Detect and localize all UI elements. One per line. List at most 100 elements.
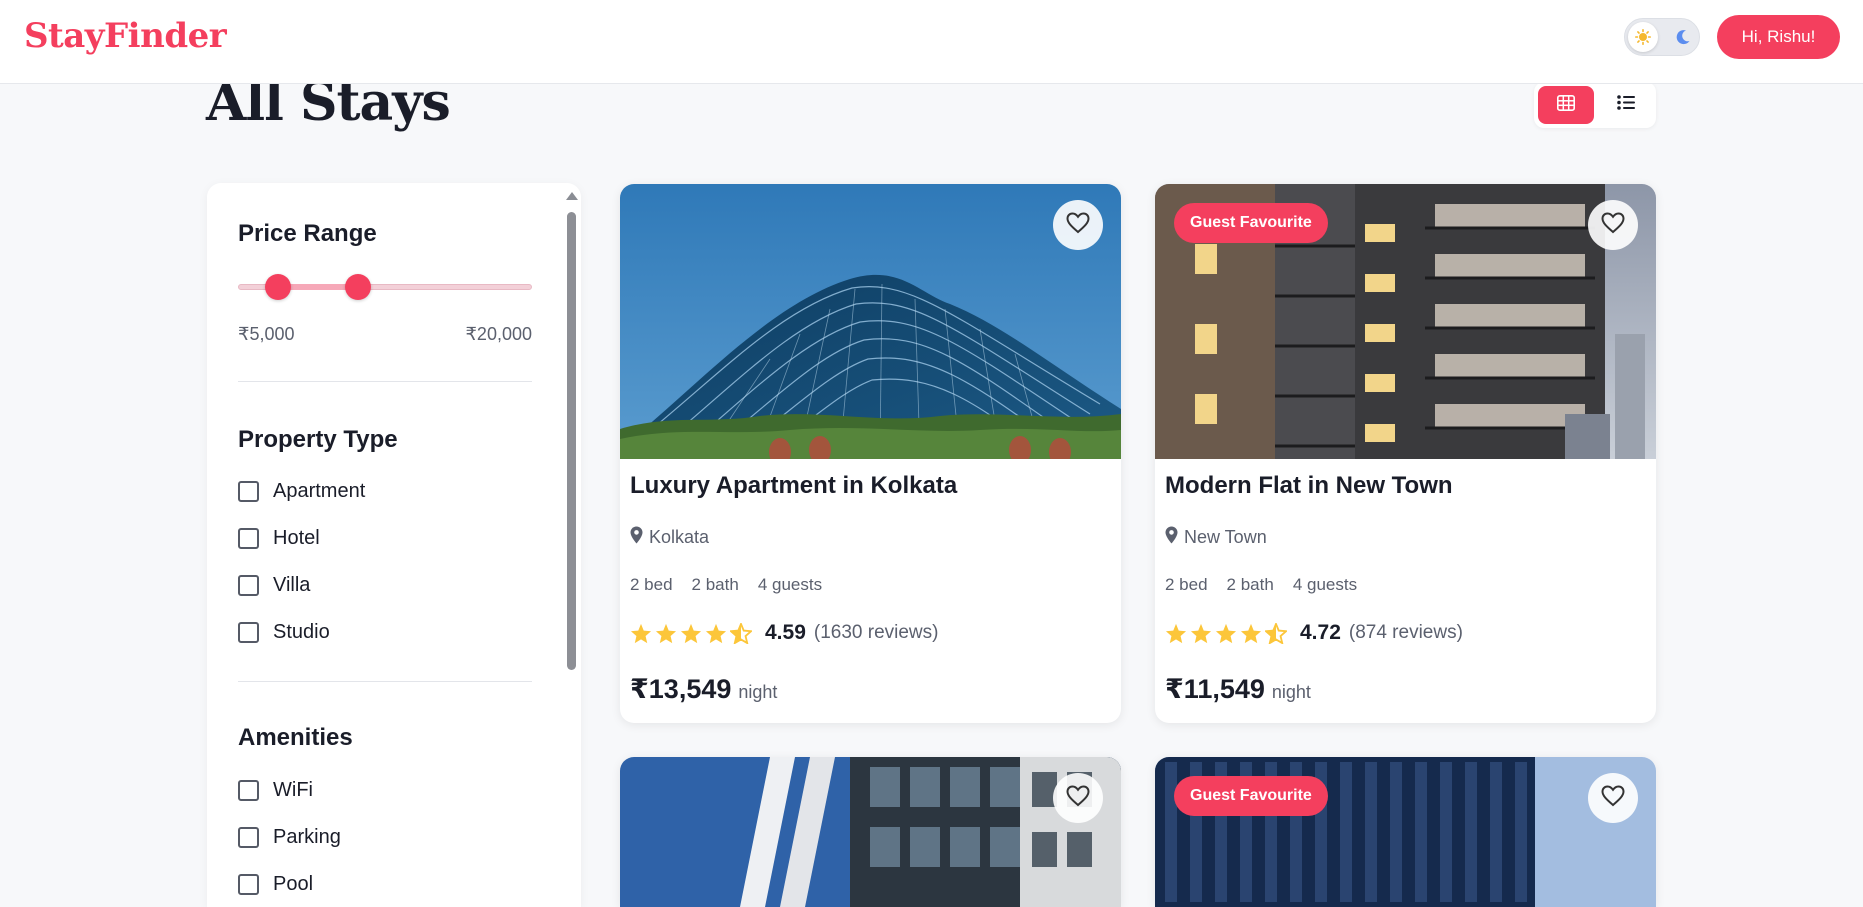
guests: 4 guests (1292, 575, 1358, 594)
theme-toggle[interactable] (1624, 18, 1700, 56)
listing-card[interactable]: Guest Favourite Modern Flat in New Town … (1155, 184, 1656, 723)
star-icon (655, 623, 677, 643)
heart-icon (1601, 784, 1625, 812)
half-star-icon (730, 622, 752, 644)
listing-photo[interactable] (620, 757, 1121, 907)
map-pin-icon (1165, 526, 1184, 549)
price-value: ₹11,549 (1165, 674, 1265, 704)
option-label: WiFi (273, 778, 313, 801)
brand-logo[interactable]: StayFinder (24, 16, 227, 56)
price-unit: night (738, 682, 778, 702)
grid-icon (1557, 94, 1575, 116)
price-min-thumb[interactable] (265, 274, 291, 300)
listing-location: Kolkata (630, 526, 709, 549)
property-type-option[interactable]: Apartment (238, 478, 365, 504)
star-icon (680, 623, 702, 643)
review-count: (1630 reviews) (813, 622, 939, 643)
listing-price: ₹11,549 night (1165, 674, 1311, 705)
filters-sidebar: Price Range ₹5,000 ₹20,000 Property Type… (207, 183, 581, 907)
view-toggle (1534, 82, 1656, 128)
baths: 2 bath (691, 575, 739, 594)
star-icon (630, 623, 652, 643)
listing-price: ₹13,549 night (630, 674, 777, 705)
location-text: Kolkata (649, 527, 710, 547)
star-icon (705, 623, 727, 643)
guests: 4 guests (757, 575, 823, 594)
checkbox[interactable] (238, 826, 259, 848)
star-rating (1165, 622, 1290, 644)
checkbox[interactable] (238, 621, 259, 643)
option-label: Parking (273, 825, 341, 848)
guest-favourite-badge: Guest Favourite (1174, 203, 1328, 243)
list-icon (1617, 95, 1635, 115)
listing-location: New Town (1165, 526, 1267, 549)
listing-title[interactable]: Modern Flat in New Town (1165, 472, 1453, 500)
star-icon (1190, 623, 1212, 643)
star-icon (1165, 623, 1187, 643)
property-type-heading: Property Type (238, 426, 398, 453)
listing-rating: 4.59 (1630 reviews) (630, 621, 938, 645)
star-rating (630, 622, 755, 644)
property-type-option[interactable]: Hotel (238, 525, 320, 551)
sun-icon (1635, 29, 1651, 50)
heart-icon (1066, 784, 1090, 812)
checkbox[interactable] (238, 873, 259, 895)
option-label: Studio (273, 620, 330, 643)
amenity-option[interactable]: Parking (238, 824, 341, 850)
listing-rating: 4.72 (874 reviews) (1165, 621, 1463, 645)
price-max-label: ₹20,000 (465, 324, 532, 344)
listing-photo[interactable] (620, 184, 1121, 459)
price-value: ₹13,549 (630, 674, 732, 704)
property-type-option[interactable]: Villa (238, 572, 310, 598)
baths: 2 bath (1226, 575, 1274, 594)
favorite-button[interactable] (1053, 773, 1103, 823)
checkbox[interactable] (238, 779, 259, 801)
option-label: Apartment (273, 479, 366, 502)
favorite-button[interactable] (1588, 773, 1638, 823)
option-label: Hotel (273, 526, 320, 549)
listing-photo[interactable]: Guest Favourite (1155, 757, 1656, 907)
price-unit: night (1271, 682, 1311, 702)
listing-card[interactable] (620, 757, 1121, 907)
checkbox[interactable] (238, 480, 259, 502)
star-icon (1215, 623, 1237, 643)
star-icon (1240, 623, 1262, 643)
amenities-heading: Amenities (238, 724, 353, 751)
listing-title[interactable]: Luxury Apartment in Kolkata (630, 472, 957, 500)
price-max-thumb[interactable] (345, 274, 371, 300)
option-label: Villa (273, 573, 311, 596)
divider (238, 681, 532, 682)
half-star-icon (1265, 622, 1287, 644)
listing-specs: 2 bed 2 bath 4 guests (630, 575, 841, 595)
checkbox[interactable] (238, 527, 259, 549)
price-range-heading: Price Range (238, 220, 377, 247)
heart-icon (1066, 211, 1090, 239)
top-navbar: StayFinder Hi, Rishu! (0, 0, 1863, 84)
listing-card[interactable]: Luxury Apartment in Kolkata Kolkata 2 be… (620, 184, 1121, 723)
listing-card[interactable]: Guest Favourite (1155, 757, 1656, 907)
guest-favourite-badge: Guest Favourite (1174, 776, 1328, 816)
amenity-option[interactable]: Pool (238, 871, 313, 897)
amenity-option[interactable]: WiFi (238, 777, 313, 803)
divider (238, 381, 532, 382)
sidebar-scrollbar[interactable] (567, 212, 576, 670)
option-label: Pool (273, 872, 314, 895)
review-count: (874 reviews) (1348, 622, 1463, 643)
rating-value: 4.72 (1300, 621, 1341, 644)
user-menu-button[interactable]: Hi, Rishu! (1717, 15, 1840, 59)
favorite-button[interactable] (1588, 200, 1638, 250)
beds: 2 bed (1165, 575, 1208, 594)
scroll-up-arrow[interactable] (566, 192, 578, 200)
price-min-label: ₹5,000 (238, 324, 295, 344)
grid-view-button[interactable] (1538, 86, 1594, 124)
listing-photo[interactable]: Guest Favourite (1155, 184, 1656, 459)
list-view-button[interactable] (1600, 86, 1652, 124)
rating-value: 4.59 (765, 621, 806, 644)
checkbox[interactable] (238, 574, 259, 596)
location-text: New Town (1184, 527, 1267, 547)
favorite-button[interactable] (1053, 200, 1103, 250)
property-type-option[interactable]: Studio (238, 619, 330, 645)
listing-specs: 2 bed 2 bath 4 guests (1165, 575, 1376, 595)
map-pin-icon (630, 526, 649, 549)
moon-icon (1676, 29, 1691, 50)
